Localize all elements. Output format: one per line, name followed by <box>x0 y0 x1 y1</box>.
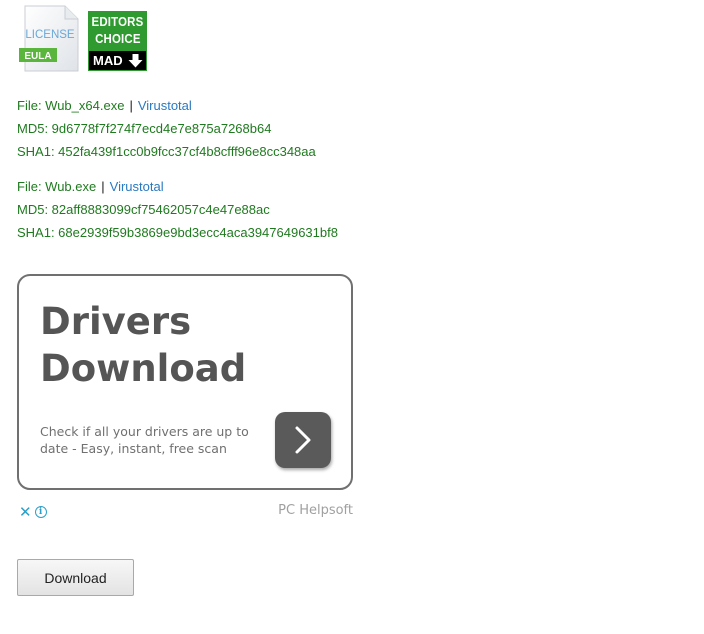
download-button[interactable]: Download <box>17 559 134 596</box>
eula-tag: EULA <box>24 51 51 62</box>
mad-text: MAD <box>93 53 123 68</box>
ad-description: Check if all your drivers are up to date… <box>40 424 249 456</box>
file-name-line: File: Wub_x64.exe | Virustotal <box>17 94 316 117</box>
close-icon[interactable]: ✕ <box>19 503 32 521</box>
license-eula-badge: LICENSE EULA <box>19 5 79 72</box>
virustotal-link[interactable]: Virustotal <box>110 179 164 194</box>
editors-choice-badge: EDITORS CHOICE MAD <box>88 11 147 71</box>
separator: | <box>129 98 133 113</box>
file-info-block: File: Wub_x64.exe | Virustotal MD5: 9d6778… <box>17 94 316 163</box>
virustotal-link[interactable]: Virustotal <box>138 98 192 113</box>
editors-text: EDITORS <box>91 14 144 29</box>
ad-title-line: Download <box>40 347 247 390</box>
md5-hash: MD5: 82aff8883099cf75462057c4e47e88ac <box>17 202 270 217</box>
ad-arrow-button[interactable] <box>275 412 331 468</box>
file-info-block: File: Wub.exe | Virustotal MD5: 82aff88830… <box>17 175 338 244</box>
ad-brand-link[interactable]: PC Helpsoft <box>278 503 353 518</box>
separator: | <box>101 179 105 194</box>
chevron-right-icon <box>295 426 311 454</box>
ad-title-line: Drivers <box>40 300 192 343</box>
sha1-hash: SHA1: 68e2939f59b3869e9bd3ecc4aca3947649… <box>17 225 338 240</box>
md5-hash: MD5: 9d6778f7f274f7ecd4e7e875a7268b64 <box>17 121 272 136</box>
mad-bar: MAD <box>89 51 146 70</box>
ad-title: Drivers Download <box>40 298 246 392</box>
ad-choices: ✕ i <box>19 503 47 521</box>
sha1-hash: SHA1: 452fa439f1cc0b9fcc37cf4b8cfff96e8c… <box>17 144 316 159</box>
file-name: File: Wub.exe <box>17 179 97 194</box>
file-name-line: File: Wub.exe | Virustotal <box>17 175 338 198</box>
info-icon[interactable]: i <box>34 506 47 518</box>
choice-text: CHOICE <box>94 31 141 46</box>
drivers-download-ad[interactable]: Drivers Download Check if all your drive… <box>17 274 353 490</box>
license-text: LICENSE <box>25 29 75 41</box>
download-arrow-icon <box>128 53 143 67</box>
license-document-icon: LICENSE EULA <box>19 5 79 72</box>
file-name: File: Wub_x64.exe <box>17 98 125 113</box>
